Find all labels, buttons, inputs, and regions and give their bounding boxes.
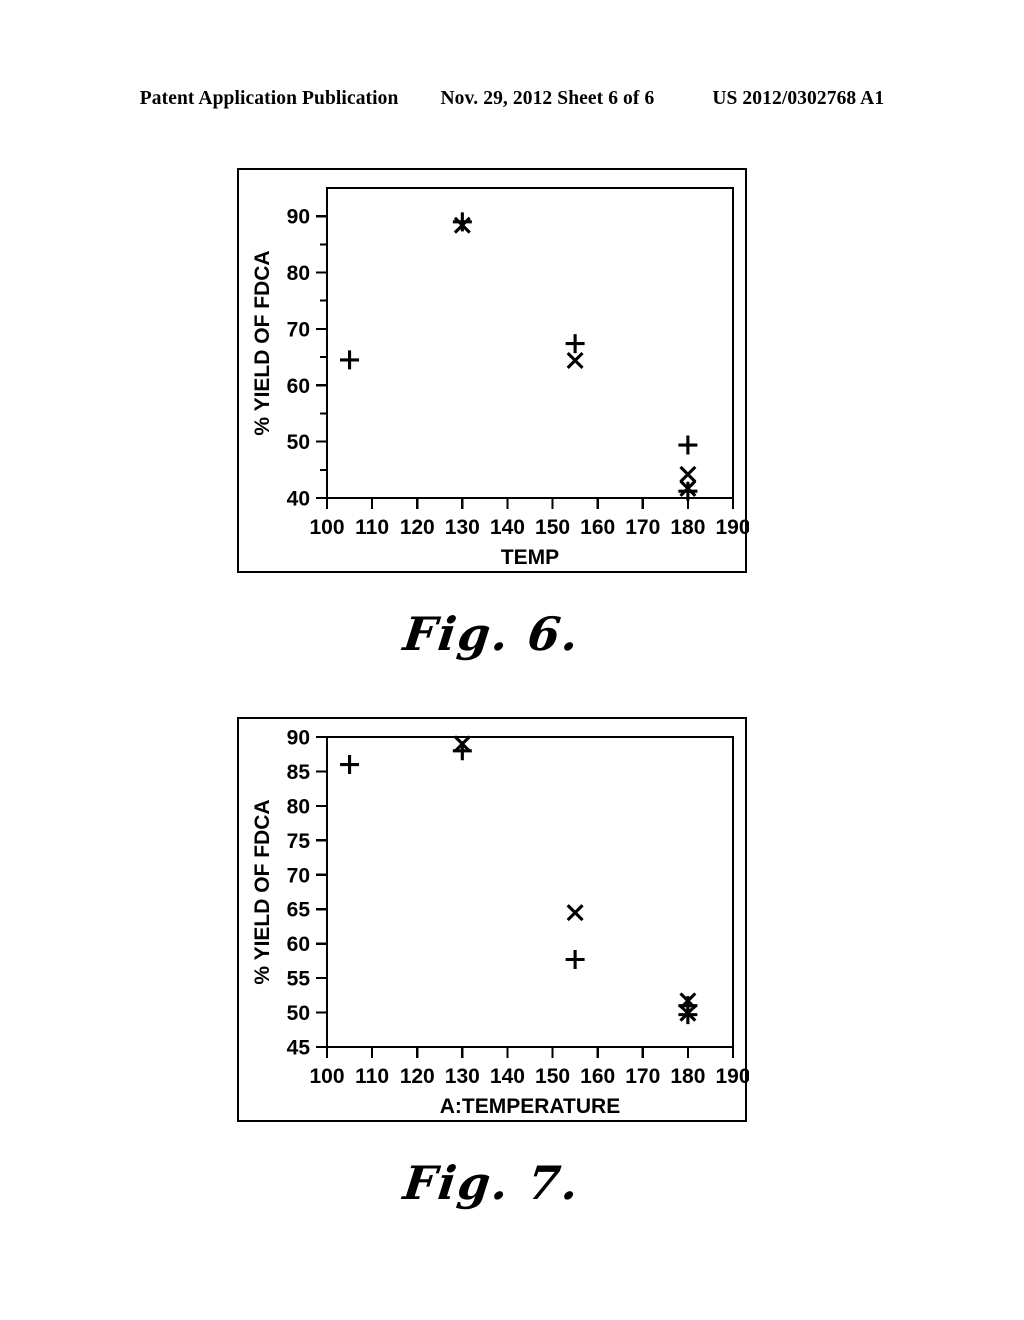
x-axis-title: A:TEMPERATURE — [440, 1095, 620, 1118]
plot-frame — [325, 735, 735, 1049]
y-tick-label: 60 — [287, 375, 310, 398]
y-tick-label: 70 — [287, 864, 310, 887]
x-axis-title: TEMP — [501, 546, 559, 569]
y-tick-label: 40 — [287, 488, 310, 511]
x-tick-label: 160 — [580, 1065, 615, 1088]
y-axis-title: % YIELD OF FDCA — [251, 799, 274, 984]
y-tick-label: 80 — [287, 795, 310, 818]
header-patent-number: US 2012/0302768 A1 — [712, 88, 885, 109]
y-tick-label: 85 — [287, 761, 311, 784]
y-tick-label: 75 — [287, 830, 311, 853]
y-tick-label: 90 — [287, 206, 310, 229]
figure-7-caption: Fig. 7. — [400, 1156, 584, 1210]
x-tick-label: 140 — [490, 1065, 525, 1088]
y-tick-label: 50 — [287, 431, 310, 454]
x-tick-label: 180 — [670, 1065, 705, 1088]
data-point-plus — [678, 435, 698, 455]
data-point-plus — [340, 755, 360, 775]
y-tick-label: 50 — [287, 1002, 310, 1025]
y-tick-label: 80 — [287, 262, 310, 285]
x-tick-label: 100 — [309, 1065, 344, 1088]
header-publication-label: Patent Application Publication — [139, 88, 399, 109]
y-tick-label: 55 — [287, 968, 311, 991]
x-tick-label: 110 — [355, 516, 389, 539]
x-tick-label: 150 — [535, 1065, 570, 1088]
plot-frame — [325, 186, 735, 500]
header-date-sheet-label: Nov. 29, 2012 Sheet 6 of 6 — [440, 88, 655, 109]
data-point-plus — [565, 950, 585, 970]
x-tick-label: 140 — [490, 516, 525, 539]
data-point-cross — [566, 351, 584, 369]
figure-7-frame: 100 110 120 130 140 150 160 170 180 190 45 50 55 60 65… — [237, 717, 749, 1122]
figure-6-caption: Fig. 6. — [400, 607, 584, 661]
data-point-plus — [452, 212, 472, 232]
x-tick-label: 170 — [625, 516, 660, 539]
data-point-plus — [340, 350, 360, 370]
x-tick-label: 120 — [400, 1065, 435, 1088]
figure-7-plot-svg: 100 110 120 130 140 150 160 170 180 190 45 50 55 60 65… — [251, 727, 749, 1119]
page-header: Patent Application Publication Nov. 29, … — [0, 88, 1024, 110]
x-tick-label: 190 — [715, 516, 749, 539]
x-tick-label: 130 — [445, 516, 480, 539]
figure-6-frame: 100 110 120 130 140 150 160 170 180 190 40 50 60 70 80… — [237, 168, 749, 573]
x-tick-label: 110 — [355, 1065, 389, 1088]
data-point-cross — [566, 904, 584, 922]
x-tick-label: 170 — [625, 1065, 660, 1088]
x-tick-label: 190 — [715, 1065, 749, 1088]
y-axis-title: % YIELD OF FDCA — [251, 250, 274, 435]
figure-6-plot-svg: 100 110 120 130 140 150 160 170 180 190 40 50 60 70 80… — [251, 186, 749, 569]
x-tick-label: 120 — [400, 516, 435, 539]
x-tick-label: 180 — [670, 516, 705, 539]
figure-6: 100 110 120 130 140 150 160 170 180 190 40 50 60 70 80… — [237, 168, 749, 661]
figure-7: 100 110 120 130 140 150 160 170 180 190 45 50 55 60 65… — [237, 717, 749, 1210]
figure-7-chart: 100 110 120 130 140 150 160 170 180 190 45 50 55 60 65… — [239, 719, 749, 1120]
x-tick-label: 150 — [535, 516, 570, 539]
y-tick-label: 70 — [287, 318, 310, 341]
y-tick-label: 60 — [287, 933, 310, 956]
y-tick-label: 90 — [287, 727, 310, 750]
data-point-cross — [679, 465, 697, 483]
figure-6-chart: 100 110 120 130 140 150 160 170 180 190 40 50 60 70 80… — [239, 170, 749, 571]
y-tick-label: 45 — [287, 1037, 311, 1060]
y-tick-label: 65 — [287, 899, 311, 922]
data-point-plus — [565, 334, 585, 354]
x-tick-label: 130 — [445, 1065, 480, 1088]
x-tick-label: 100 — [309, 516, 344, 539]
x-tick-label: 160 — [580, 516, 615, 539]
